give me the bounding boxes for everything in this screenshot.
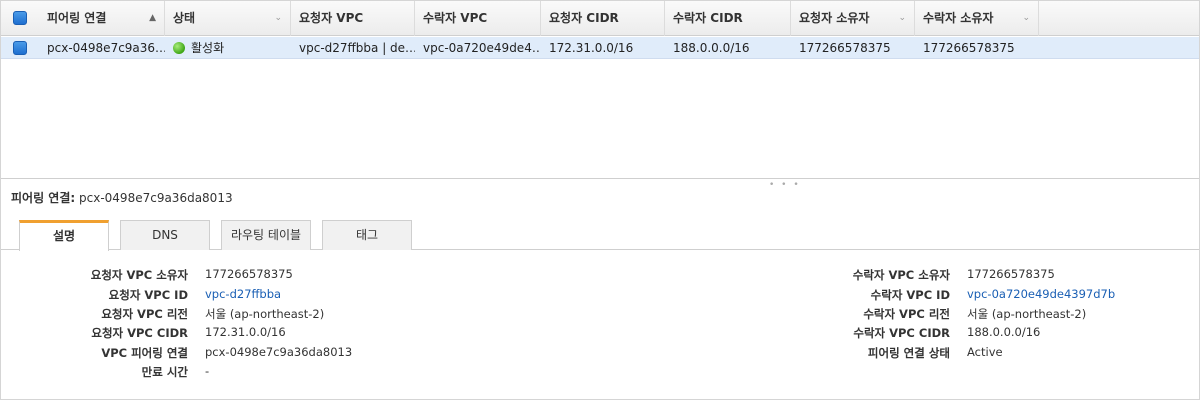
cell-requester-vpc: vpc-d27ffbba | de… bbox=[299, 41, 415, 55]
tab-dns[interactable]: DNS bbox=[120, 220, 210, 250]
column-header-status[interactable]: 상태 ⌄ bbox=[165, 1, 291, 36]
column-header-requester-vpc[interactable]: 요청자 VPC bbox=[291, 1, 415, 36]
sort-ascending-icon[interactable]: ▲ bbox=[149, 1, 156, 36]
select-all-checkbox[interactable] bbox=[13, 11, 27, 25]
detail-title-value: pcx-0498e7c9a36da8013 bbox=[79, 191, 233, 205]
cell-accepter-vpc: vpc-0a720e49de4… bbox=[423, 41, 541, 55]
table-header: 피어링 연결 ▲ 상태 ⌄ 요청자 VPC 수락자 VPC 요청자 CIDR 수… bbox=[1, 1, 1199, 36]
field-label: 요청자 VPC CIDR bbox=[91, 326, 188, 340]
field-label: 수락자 VPC 리전 bbox=[863, 307, 950, 321]
status-active-icon bbox=[173, 42, 185, 54]
field-label: VPC 피어링 연결 bbox=[101, 346, 188, 360]
tab-tags[interactable]: 태그 bbox=[322, 220, 412, 250]
field-label: 만료 시간 bbox=[141, 365, 188, 379]
field-label: 피어링 연결 상태 bbox=[867, 346, 950, 360]
cell-accepter-cidr: 188.0.0.0/16 bbox=[673, 41, 750, 55]
field-label: 수락자 VPC 소유자 bbox=[852, 268, 950, 282]
chevron-down-icon[interactable]: ⌄ bbox=[1022, 1, 1030, 36]
accepter-cidr-value: 188.0.0.0/16 bbox=[967, 325, 1041, 339]
tab-route-tables[interactable]: 라우팅 테이블 bbox=[221, 220, 311, 250]
column-header-requester-cidr[interactable]: 요청자 CIDR bbox=[541, 1, 665, 36]
cell-requester-owner: 177266578375 bbox=[799, 41, 891, 55]
column-header-accepter-owner[interactable]: 수락자 소유자 ⌄ bbox=[915, 1, 1039, 36]
field-label: 요청자 VPC 소유자 bbox=[90, 268, 188, 282]
column-label: 요청자 VPC bbox=[299, 11, 364, 25]
field-label: 수락자 VPC CIDR bbox=[853, 326, 950, 340]
cell-peering-id: pcx-0498e7c9a36… bbox=[47, 41, 165, 55]
field-label: 요청자 VPC ID bbox=[108, 288, 188, 302]
drag-handle-icon[interactable]: • • • bbox=[769, 180, 801, 190]
cell-status: 활성화 bbox=[165, 37, 291, 59]
column-label: 수락자 소유자 bbox=[923, 11, 994, 25]
column-header-peering[interactable]: 피어링 연결 ▲ bbox=[39, 1, 165, 36]
accepter-owner-value: 177266578375 bbox=[967, 267, 1055, 281]
peering-console: 피어링 연결 ▲ 상태 ⌄ 요청자 VPC 수락자 VPC 요청자 CIDR 수… bbox=[0, 0, 1200, 400]
cell-accepter-owner: 177266578375 bbox=[923, 41, 1015, 55]
requester-cidr-value: 172.31.0.0/16 bbox=[205, 325, 286, 339]
field-label: 요청자 VPC 리전 bbox=[101, 307, 188, 321]
column-label: 요청자 소유자 bbox=[799, 11, 870, 25]
requester-region-value: 서울 (ap-northeast-2) bbox=[205, 307, 325, 321]
field-label: 수락자 VPC ID bbox=[870, 288, 950, 302]
accepter-vpc-link[interactable]: vpc-0a720e49de4397d7b bbox=[967, 287, 1115, 301]
column-header-requester-owner[interactable]: 요청자 소유자 ⌄ bbox=[791, 1, 915, 36]
chevron-down-icon[interactable]: ⌄ bbox=[274, 1, 282, 36]
column-label: 수락자 VPC bbox=[423, 11, 488, 25]
status-text: 활성화 bbox=[191, 41, 225, 55]
requester-owner-value: 177266578375 bbox=[205, 267, 293, 281]
table-row[interactable]: pcx-0498e7c9a36… 활성화 vpc-d27ffbba | de… … bbox=[1, 37, 1199, 59]
detail-title-label: 피어링 연결: bbox=[11, 191, 76, 205]
column-header-accepter-cidr[interactable]: 수락자 CIDR bbox=[665, 1, 791, 36]
row-select-cell bbox=[1, 37, 39, 58]
peering-id-value: pcx-0498e7c9a36da8013 bbox=[205, 345, 353, 359]
chevron-down-icon[interactable]: ⌄ bbox=[898, 1, 906, 36]
cell-requester-cidr: 172.31.0.0/16 bbox=[549, 41, 634, 55]
column-header-accepter-vpc[interactable]: 수락자 VPC bbox=[415, 1, 541, 36]
expiration-value: - bbox=[205, 364, 210, 378]
column-label: 피어링 연결 bbox=[47, 11, 107, 25]
column-label: 요청자 CIDR bbox=[549, 11, 619, 25]
column-label: 수락자 CIDR bbox=[673, 11, 743, 25]
tab-description[interactable]: 설명 bbox=[19, 220, 109, 251]
peering-status-value: Active bbox=[967, 345, 1003, 359]
column-label: 상태 bbox=[173, 11, 196, 25]
detail-tabs: 설명 DNS 라우팅 테이블 태그 bbox=[1, 220, 1199, 251]
accepter-region-value: 서울 (ap-northeast-2) bbox=[967, 307, 1087, 321]
requester-vpc-link[interactable]: vpc-d27ffbba bbox=[205, 287, 281, 301]
detail-title: 피어링 연결: pcx-0498e7c9a36da8013 bbox=[11, 189, 233, 206]
select-all-cell bbox=[1, 1, 39, 35]
row-checkbox[interactable] bbox=[13, 41, 27, 55]
panel-splitter[interactable] bbox=[1, 178, 1199, 179]
